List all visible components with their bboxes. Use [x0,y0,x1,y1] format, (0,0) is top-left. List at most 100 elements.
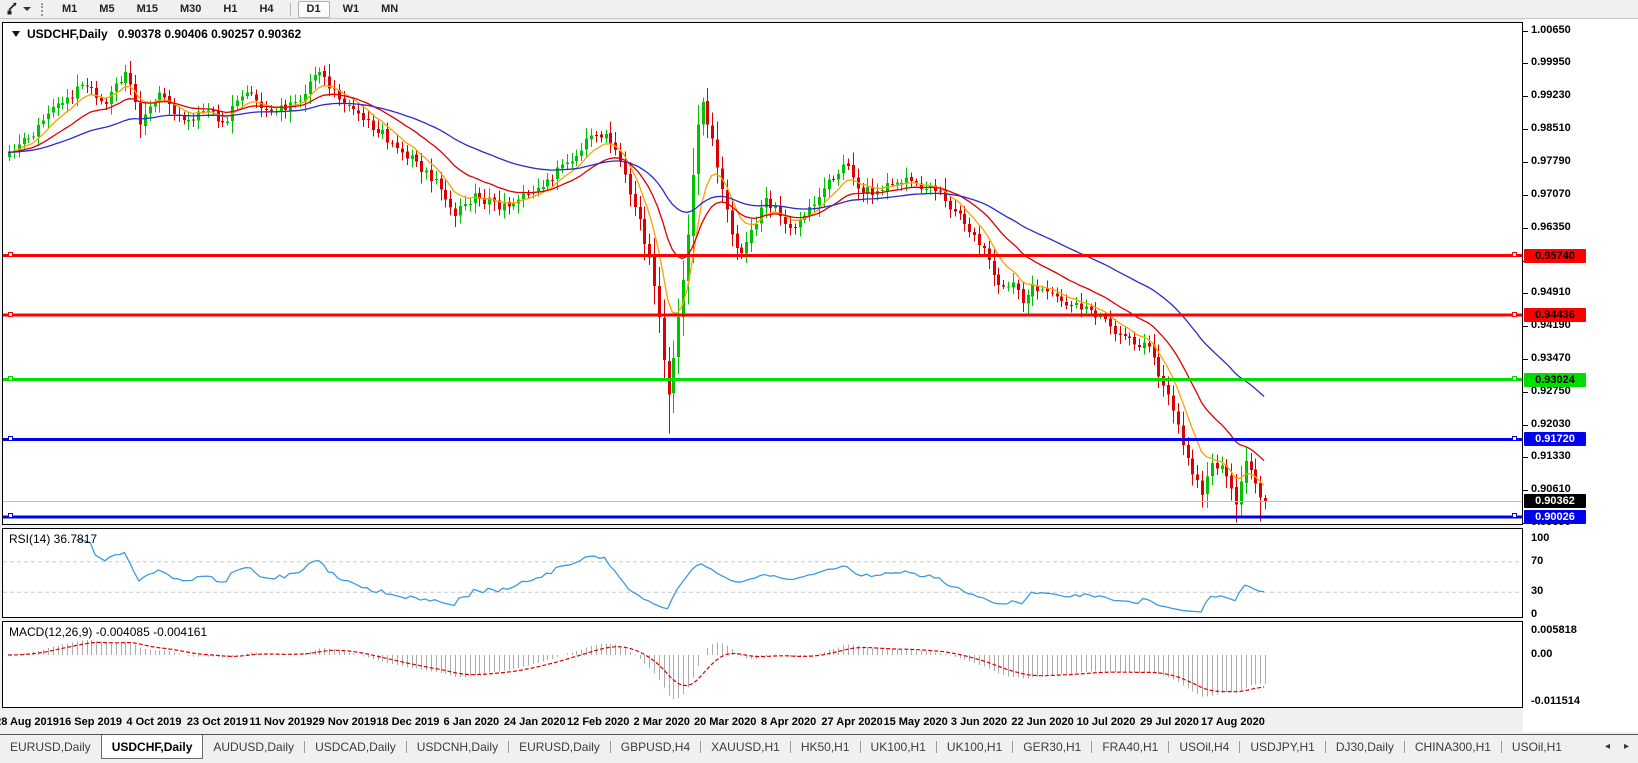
current-price-badge: 0.90362 [1524,494,1586,508]
chart-tab-uk100-h1[interactable]: UK100,H1 [937,735,1012,759]
price-tick-mark [1523,326,1528,327]
timeframe-button-h1[interactable]: H1 [214,1,246,18]
timeframe-button-m30[interactable]: M30 [171,1,210,18]
chart-tab-gbpusd-h4[interactable]: GBPUSD,H4 [611,735,700,759]
price-axis[interactable]: 1.00650 0.99950 0.99230 0.98510 0.97790 0.970… [1523,19,1638,732]
chart-tab-audusd-daily[interactable]: AUDUSD,Daily [203,735,304,759]
trendline-handle[interactable] [1512,436,1517,441]
macd-chart-canvas[interactable] [3,622,1522,707]
price-tick-mark [1523,31,1528,32]
price-tick-mark [1523,228,1528,229]
chart-tab-hk50-h1[interactable]: HK50,H1 [791,735,860,759]
trendline-handle[interactable] [8,436,13,441]
level-price-badge: 0.94436 [1524,308,1586,322]
main-chart-panel[interactable]: USDCHF,Daily 0.90378 0.90406 0.90257 0.9… [2,22,1523,525]
chart-tab-usdchf-daily[interactable]: USDCHF,Daily [101,735,204,759]
timeframe-button-d1[interactable]: D1 [298,1,330,18]
tab-scroll-left-icon[interactable]: ◂ [1602,737,1613,757]
level-price-badge: 0.93024 [1524,373,1586,387]
chart-tab-fra40-h1[interactable]: FRA40,H1 [1092,735,1168,759]
chart-tab-bar: EURUSD,DailyUSDCHF,DailyAUDUSD,DailyUSDC… [0,735,1638,759]
rsi-tick-label: 100 [1531,532,1549,544]
chart-tab-dj30-daily[interactable]: DJ30,Daily [1326,735,1404,759]
timeframe-buttons: M1M5 M15M30H1H4 D1W1MN [51,1,409,18]
chart-tab-usdcnh-daily[interactable]: USDCNH,Daily [407,735,508,759]
price-tick-label: 0.97070 [1531,188,1571,200]
candlestick-chart-canvas[interactable] [3,23,1522,524]
price-tick-label: 0.99230 [1531,89,1571,101]
price-tick-mark [1523,359,1528,360]
trendline-handle[interactable] [1512,513,1517,518]
level-price-badge: 0.95740 [1524,249,1586,263]
price-tick-label: 0.99950 [1531,56,1571,68]
date-axis[interactable]: 28 Aug 201916 Sep 20194 Oct 201923 Oct 2… [0,708,1523,734]
price-tick-label: 0.96350 [1531,221,1571,233]
price-tick-mark [1523,162,1528,163]
chart-tabs: EURUSD,DailyUSDCHF,DailyAUDUSD,DailyUSDC… [0,735,1596,759]
chart-tab-xauusd-h1[interactable]: XAUUSD,H1 [701,735,790,759]
price-tick-label: 0.92030 [1531,418,1571,430]
level-price-badge: 0.91720 [1524,432,1586,446]
chart-tab-eurusd-daily[interactable]: EURUSD,Daily [509,735,610,759]
macd-panel[interactable]: MACD(12,26,9) -0.004085 -0.004161 [2,621,1523,708]
timeframe-button-m15[interactable]: M15 [128,1,167,18]
trendline-handle[interactable] [8,312,13,317]
terminal-window: M1M5 M15M30H1H4 D1W1MN USDCHF,Daily 0.9037… [0,0,1638,763]
trendline-handle[interactable] [8,252,13,257]
chart-tab-uk100-h1[interactable]: UK100,H1 [861,735,936,759]
symbol-name: USDCHF,Daily [27,27,108,41]
price-tick-mark [1523,195,1528,196]
trendline-handle[interactable] [1512,376,1517,381]
chart-tab-china300-h1[interactable]: CHINA300,H1 [1405,735,1501,759]
timeframe-toolbar: M1M5 M15M30H1H4 D1W1MN [0,0,1638,19]
price-tick-label: 0.98510 [1531,122,1571,134]
rsi-panel[interactable]: RSI(14) 36.7817 [2,528,1523,618]
price-tick-label: 0.91330 [1531,450,1571,462]
price-tick-mark [1523,425,1528,426]
trendline-handle[interactable] [8,376,13,381]
price-tick-mark [1523,490,1528,491]
price-tick-mark [1523,96,1528,97]
crosshair-tool-icon[interactable] [3,2,21,17]
trendline-handle[interactable] [1512,252,1517,257]
price-tick-label: 0.93470 [1531,352,1571,364]
price-tick-mark [1523,392,1528,393]
rsi-tick-label: 0 [1531,608,1537,620]
chart-tab-usoil-h1[interactable]: USOil,H1 [1502,735,1572,759]
chart-tab-usdjpy-h1[interactable]: USDJPY,H1 [1240,735,1324,759]
chart-tab-ger30-h1[interactable]: GER30,H1 [1013,735,1091,759]
toolbar-separator [290,3,291,16]
chart-tab-usoil-h4[interactable]: USOil,H4 [1169,735,1239,759]
timeframe-button-w1[interactable]: W1 [334,1,369,18]
price-tick-label: 0.97790 [1531,155,1571,167]
macd-tick-label: 0.00 [1531,648,1552,660]
trendline-handle[interactable] [8,513,13,518]
price-tick-label: 0.90610 [1531,483,1571,495]
date-tick-label: 17 Aug 2020 [1188,716,1278,728]
level-price-badge: 0.90026 [1524,510,1586,524]
timeframe-button-mn[interactable]: MN [372,1,407,18]
chart-title: USDCHF,Daily 0.90378 0.90406 0.90257 0.9… [12,27,301,41]
tab-scroll-right-icon[interactable]: ▸ [1621,737,1632,757]
chart-tab-usdcad-daily[interactable]: USDCAD,Daily [305,735,406,759]
trendline-handle[interactable] [1512,312,1517,317]
toolbar-grip [41,3,43,16]
price-tick-label: 1.00650 [1531,24,1571,36]
timeframe-button-m1[interactable]: M1 [53,1,86,18]
timeframe-button-m5[interactable]: M5 [90,1,123,18]
price-tick-mark [1523,129,1528,130]
tool-dropdown-caret-icon[interactable] [23,7,31,11]
timeframe-button-h4[interactable]: H4 [250,1,282,18]
price-tick-label: 0.92750 [1531,385,1571,397]
rsi-label: RSI(14) 36.7817 [9,532,97,546]
ohlc-values: 0.90378 0.90406 0.90257 0.90362 [118,27,302,41]
symbol-dropdown-icon[interactable] [12,31,20,37]
chart-tab-eurusd-daily[interactable]: EURUSD,Daily [0,735,101,759]
price-tick-mark [1523,457,1528,458]
rsi-chart-canvas[interactable] [3,529,1522,617]
rsi-tick-label: 30 [1531,585,1543,597]
price-tick-mark [1523,293,1528,294]
tab-scroll-buttons: ◂ ▸ [1596,735,1638,759]
macd-label: MACD(12,26,9) -0.004085 -0.004161 [9,625,207,639]
macd-tick-label: 0.005818 [1531,624,1577,636]
